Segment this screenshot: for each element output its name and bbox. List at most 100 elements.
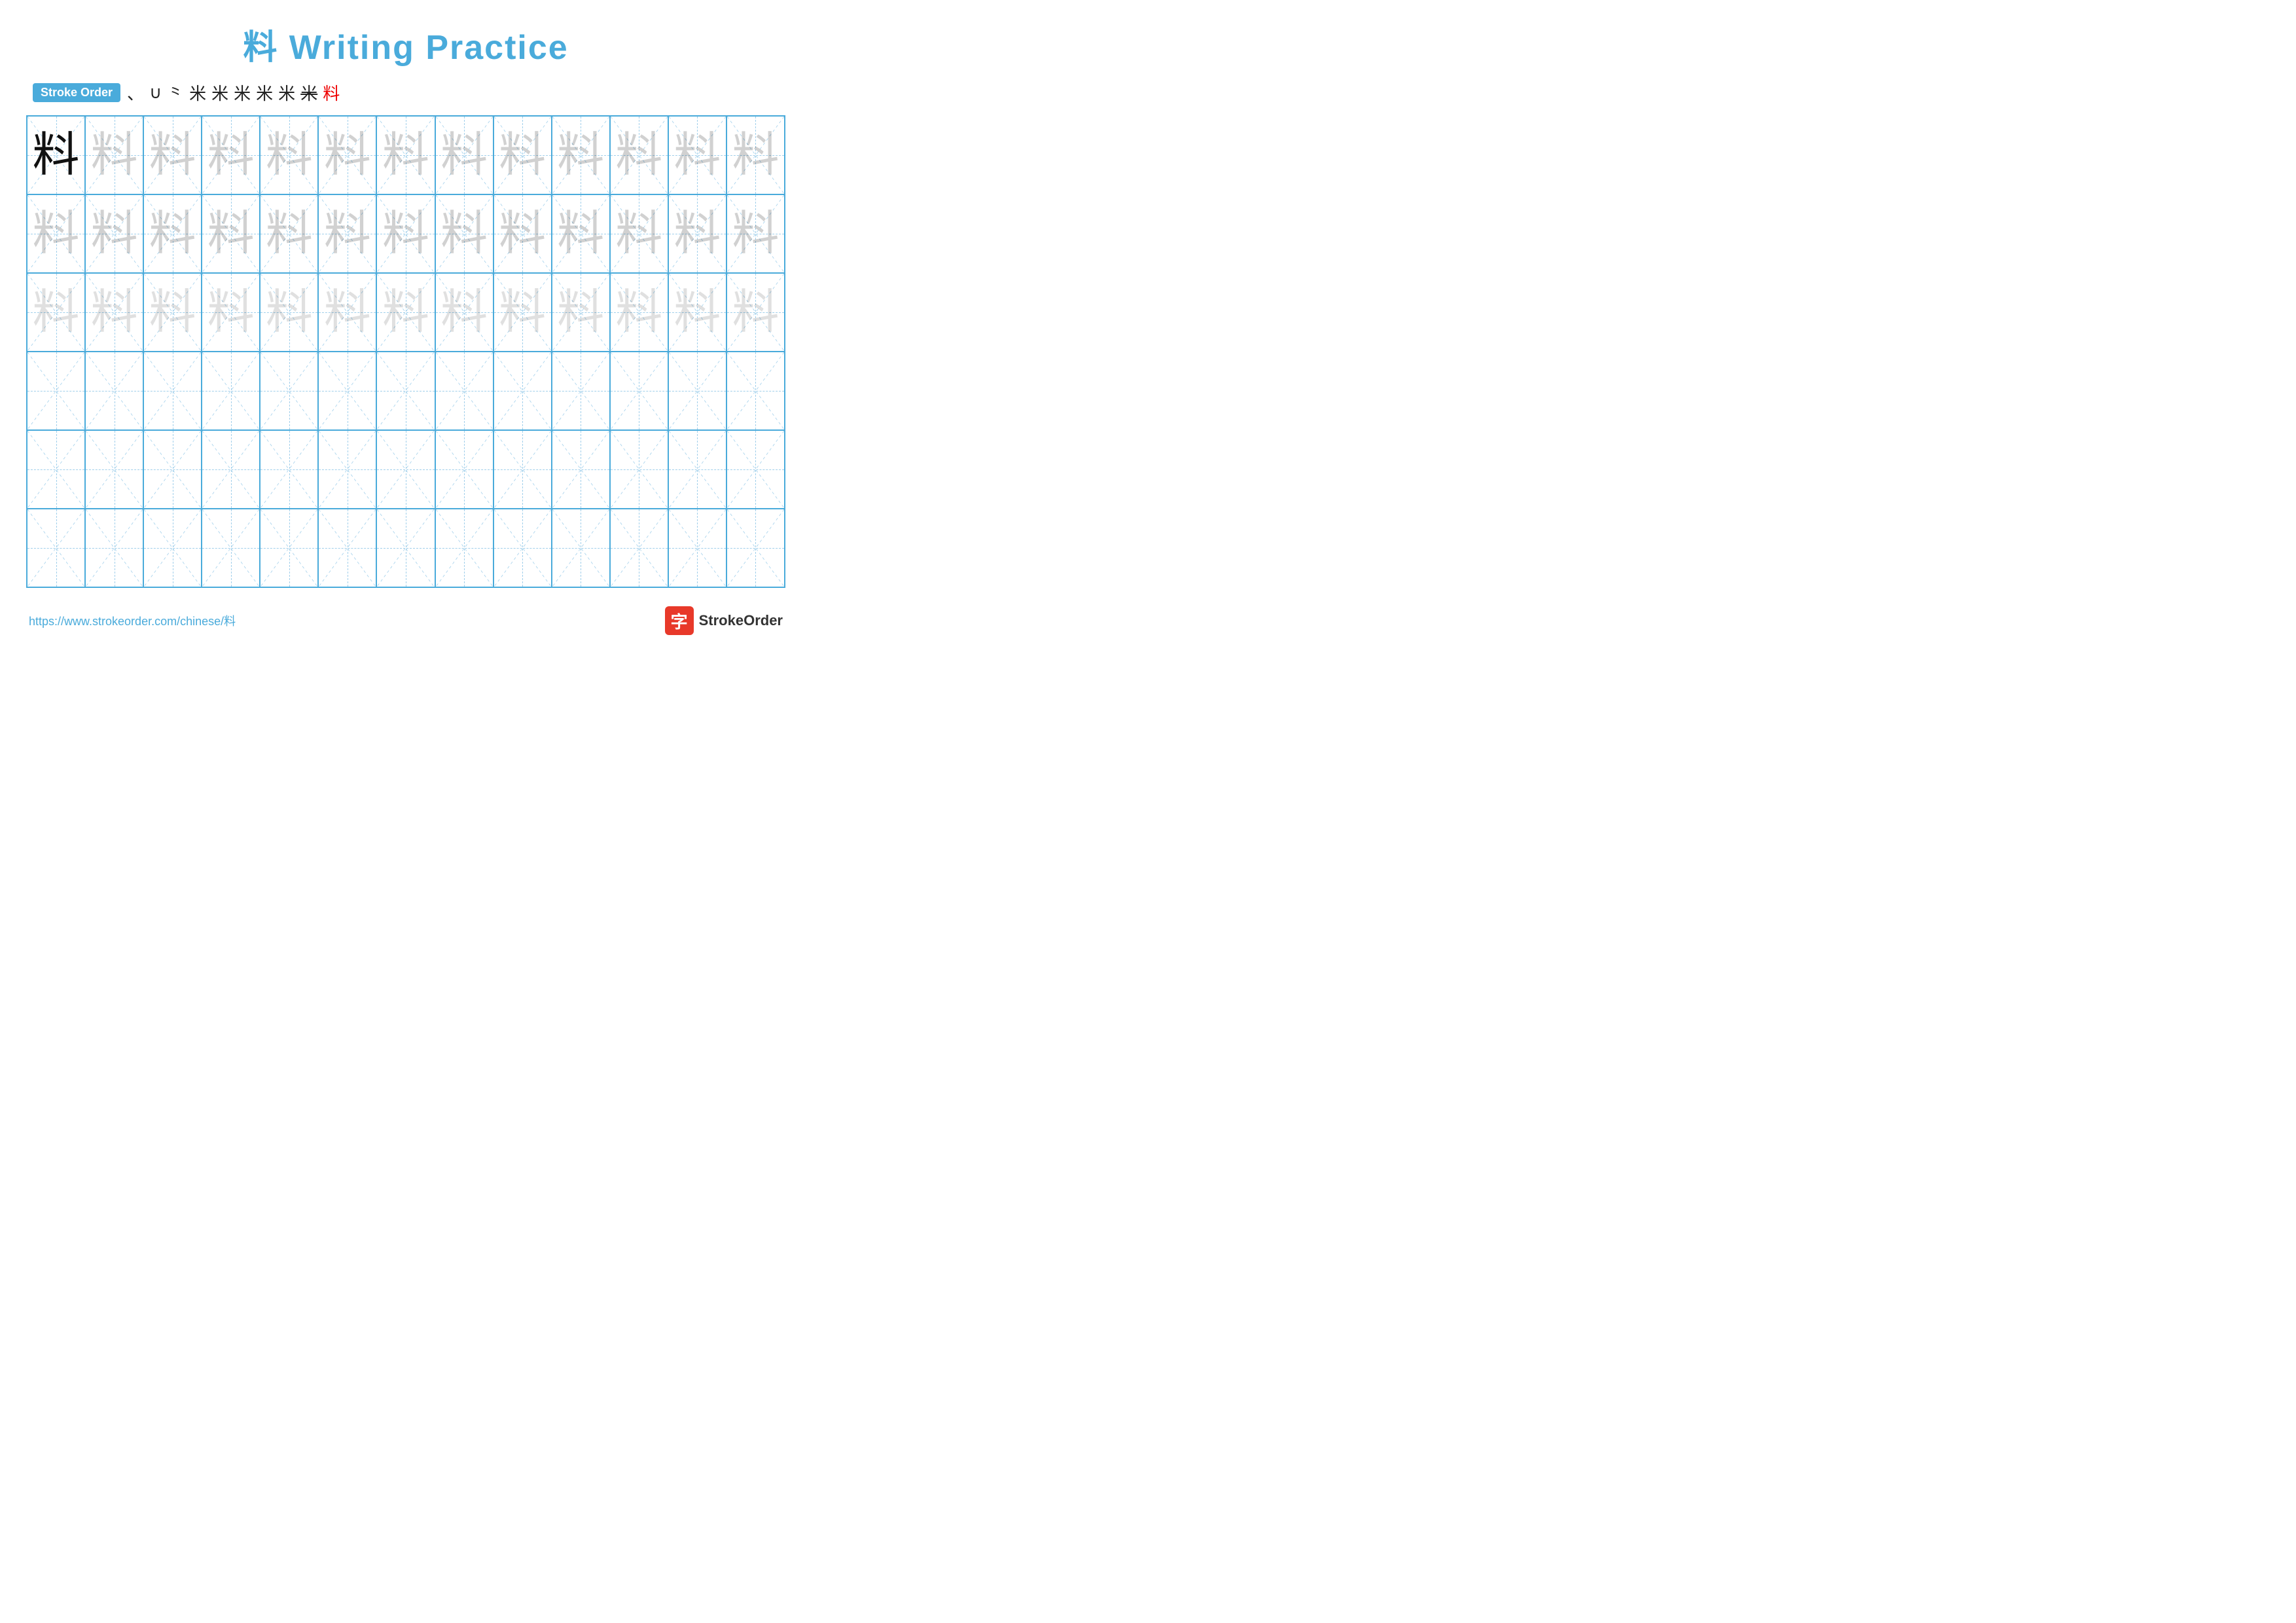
grid-cell[interactable]	[85, 430, 143, 509]
grid-cell[interactable]	[493, 509, 552, 587]
grid-cell[interactable]	[318, 430, 376, 509]
grid-cell[interactable]: 料	[27, 116, 85, 194]
grid-cell[interactable]	[318, 352, 376, 430]
practice-char: 料	[33, 132, 80, 179]
practice-char: 料	[266, 210, 313, 257]
grid-cell[interactable]: 料	[552, 116, 610, 194]
grid-cell[interactable]: 料	[143, 116, 202, 194]
grid-cell[interactable]: 料	[376, 273, 435, 352]
grid-cell[interactable]: 料	[27, 194, 85, 273]
practice-char: 料	[33, 289, 80, 336]
grid-cell[interactable]	[493, 352, 552, 430]
stroke-6: 米	[234, 81, 251, 105]
grid-cell[interactable]: 料	[202, 273, 260, 352]
grid-cell[interactable]	[552, 352, 610, 430]
grid-cell[interactable]: 料	[260, 116, 318, 194]
grid-cell[interactable]	[27, 430, 85, 509]
grid-cell[interactable]	[143, 509, 202, 587]
grid-cell[interactable]: 料	[85, 116, 143, 194]
page-title-section: 料 Writing Practice	[26, 20, 785, 69]
practice-char: 料	[207, 210, 255, 257]
grid-cell[interactable]	[726, 352, 785, 430]
grid-cell[interactable]: 料	[85, 194, 143, 273]
stroke-5: 米	[211, 81, 228, 105]
grid-cell[interactable]: 料	[668, 273, 726, 352]
grid-cell[interactable]: 料	[493, 194, 552, 273]
grid-cell[interactable]: 料	[85, 273, 143, 352]
grid-cell[interactable]	[27, 509, 85, 587]
grid-cell[interactable]: 料	[202, 116, 260, 194]
grid-cell[interactable]	[435, 430, 493, 509]
grid-cell[interactable]	[376, 430, 435, 509]
grid-cell[interactable]	[376, 509, 435, 587]
grid-cell[interactable]: 料	[318, 116, 376, 194]
practice-char: 料	[557, 132, 604, 179]
grid-cell[interactable]	[27, 352, 85, 430]
grid-cell[interactable]: 料	[668, 116, 726, 194]
practice-char: 料	[382, 210, 429, 257]
grid-cell[interactable]	[260, 509, 318, 587]
grid-cell[interactable]	[726, 509, 785, 587]
grid-cell[interactable]: 料	[376, 194, 435, 273]
grid-cell[interactable]: 料	[318, 273, 376, 352]
practice-char: 料	[207, 132, 255, 179]
grid-cell[interactable]: 料	[435, 273, 493, 352]
grid-cell[interactable]	[376, 352, 435, 430]
grid-cell[interactable]	[260, 430, 318, 509]
grid-cell[interactable]	[668, 352, 726, 430]
grid-cell[interactable]: 料	[668, 194, 726, 273]
practice-char: 料	[615, 132, 662, 179]
grid-cell[interactable]	[493, 430, 552, 509]
grid-cell[interactable]: 料	[260, 273, 318, 352]
grid-cell[interactable]: 料	[435, 116, 493, 194]
practice-char: 料	[673, 210, 721, 257]
grid-cell[interactable]: 料	[260, 194, 318, 273]
grid-cell[interactable]	[552, 509, 610, 587]
practice-char: 料	[499, 289, 546, 336]
grid-cell[interactable]	[260, 352, 318, 430]
practice-char: 料	[557, 210, 604, 257]
grid-cell[interactable]: 料	[552, 273, 610, 352]
grid-cell[interactable]: 料	[726, 116, 785, 194]
grid-cell[interactable]: 料	[552, 194, 610, 273]
grid-cell[interactable]	[202, 509, 260, 587]
grid-cell[interactable]: 料	[143, 273, 202, 352]
practice-char: 料	[382, 132, 429, 179]
practice-char: 料	[499, 210, 546, 257]
grid-cell[interactable]: 料	[493, 116, 552, 194]
grid-cell[interactable]	[552, 430, 610, 509]
page-title: 料 Writing Practice	[243, 29, 568, 67]
grid-cell[interactable]	[143, 352, 202, 430]
grid-cell[interactable]	[202, 352, 260, 430]
grid-cell[interactable]	[610, 352, 668, 430]
grid-cell[interactable]	[668, 430, 726, 509]
stroke-9: 米	[300, 81, 317, 105]
grid-cell[interactable]: 料	[610, 116, 668, 194]
grid-cell[interactable]	[143, 430, 202, 509]
grid-cell[interactable]: 料	[376, 116, 435, 194]
grid-cell[interactable]: 料	[610, 194, 668, 273]
grid-cell[interactable]: 料	[610, 273, 668, 352]
grid-cell[interactable]: 料	[27, 273, 85, 352]
grid-cell[interactable]: 料	[318, 194, 376, 273]
grid-cell[interactable]: 料	[202, 194, 260, 273]
grid-cell[interactable]	[85, 509, 143, 587]
grid-cell[interactable]	[435, 352, 493, 430]
grid-cell[interactable]: 料	[435, 194, 493, 273]
grid-cell[interactable]	[202, 430, 260, 509]
grid-cell[interactable]: 料	[726, 273, 785, 352]
stroke-2: ∪	[149, 82, 162, 103]
grid-cell[interactable]	[726, 430, 785, 509]
practice-char: 料	[382, 289, 429, 336]
grid-cell[interactable]: 料	[493, 273, 552, 352]
grid-cell[interactable]	[85, 352, 143, 430]
grid-cell[interactable]: 料	[143, 194, 202, 273]
grid-cell[interactable]: 料	[726, 194, 785, 273]
grid-cell[interactable]	[610, 430, 668, 509]
stroke-4: 米	[189, 81, 206, 105]
grid-cell[interactable]	[318, 509, 376, 587]
grid-cell[interactable]	[668, 509, 726, 587]
practice-char: 料	[615, 289, 662, 336]
grid-cell[interactable]	[610, 509, 668, 587]
grid-cell[interactable]	[435, 509, 493, 587]
